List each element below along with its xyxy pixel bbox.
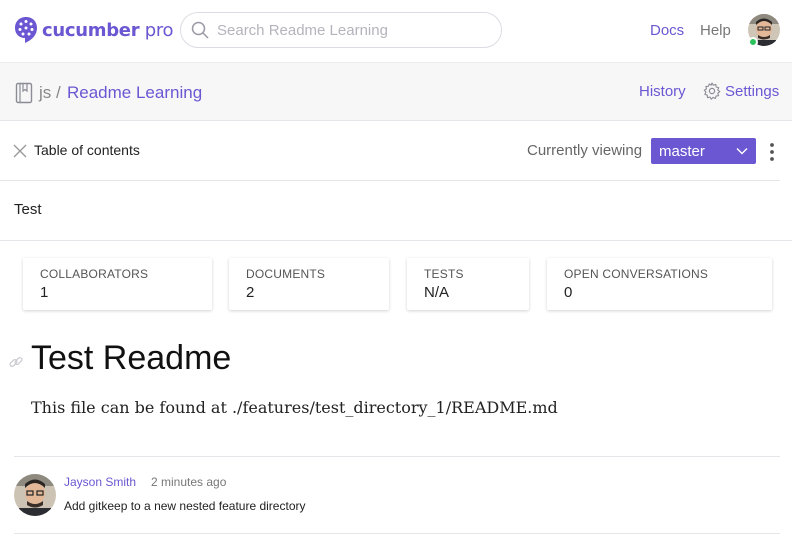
stat-card-documents: DOCUMENTS 2	[229, 258, 389, 310]
readme-body: This file can be found at ./features/tes…	[31, 398, 558, 417]
search-icon	[191, 21, 209, 39]
readme-title: Test Readme	[31, 339, 232, 377]
test-row: Test	[0, 181, 792, 241]
branch-select-value: master	[659, 142, 705, 160]
repo-bar: js / Readme Learning History Settings	[0, 62, 792, 121]
stat-card-collaborators: COLLABORATORS 1	[23, 258, 212, 310]
commit-message[interactable]: Add gitkeep to a new nested feature dire…	[64, 499, 305, 513]
stat-label: COLLABORATORS	[40, 267, 149, 281]
top-header: cucumber pro Docs Help	[0, 0, 792, 62]
stat-value: 1	[40, 284, 49, 301]
book-icon	[15, 82, 33, 104]
settings-label: Settings	[725, 82, 780, 100]
stat-card-open-conversations: OPEN CONVERSATIONS 0	[547, 258, 772, 310]
stat-card-tests: TESTS N/A	[407, 258, 529, 310]
currently-viewing-label: Currently viewing	[527, 142, 643, 159]
search-box[interactable]	[180, 12, 502, 48]
cucumber-logo-icon	[15, 17, 37, 43]
online-status-dot	[748, 37, 758, 47]
commit-avatar-image	[14, 474, 56, 516]
nav-help-link[interactable]: Help	[700, 22, 731, 39]
nav-docs-link[interactable]: Docs	[650, 22, 684, 39]
chevron-down-icon	[736, 148, 748, 155]
close-icon[interactable]	[13, 144, 27, 158]
history-link[interactable]: History	[639, 83, 686, 100]
brand-name-main: cucumber	[42, 19, 140, 41]
latest-commit: Jayson Smith 2 minutes ago Add gitkeep t…	[14, 456, 780, 534]
branch-select[interactable]: master	[651, 138, 756, 164]
search-input[interactable]	[217, 21, 487, 39]
repo-name-link[interactable]: Readme Learning	[67, 83, 202, 103]
gear-icon	[703, 82, 721, 100]
stat-label: OPEN CONVERSATIONS	[564, 267, 709, 281]
toc-label[interactable]: Table of contents	[34, 142, 140, 158]
brand-logo[interactable]: cucumber pro	[14, 16, 174, 44]
stat-value: N/A	[424, 284, 450, 301]
avatar[interactable]	[14, 474, 56, 516]
settings-link[interactable]: Settings	[703, 82, 779, 100]
brand-name: cucumber pro	[42, 19, 174, 41]
test-label[interactable]: Test	[14, 201, 42, 218]
stat-value: 0	[564, 284, 573, 301]
stat-value: 2	[246, 284, 255, 301]
kebab-menu-icon[interactable]	[766, 142, 778, 162]
commit-time: 2 minutes ago	[151, 475, 227, 489]
toc-bar: Table of contents Currently viewing mast…	[0, 121, 780, 181]
commit-author-link[interactable]: Jayson Smith	[64, 475, 136, 489]
brand-name-suffix: pro	[139, 19, 174, 41]
link-icon[interactable]	[8, 354, 24, 370]
repo-owner[interactable]: js /	[39, 83, 61, 103]
stat-label: TESTS	[424, 267, 464, 281]
stat-label: DOCUMENTS	[246, 267, 326, 281]
